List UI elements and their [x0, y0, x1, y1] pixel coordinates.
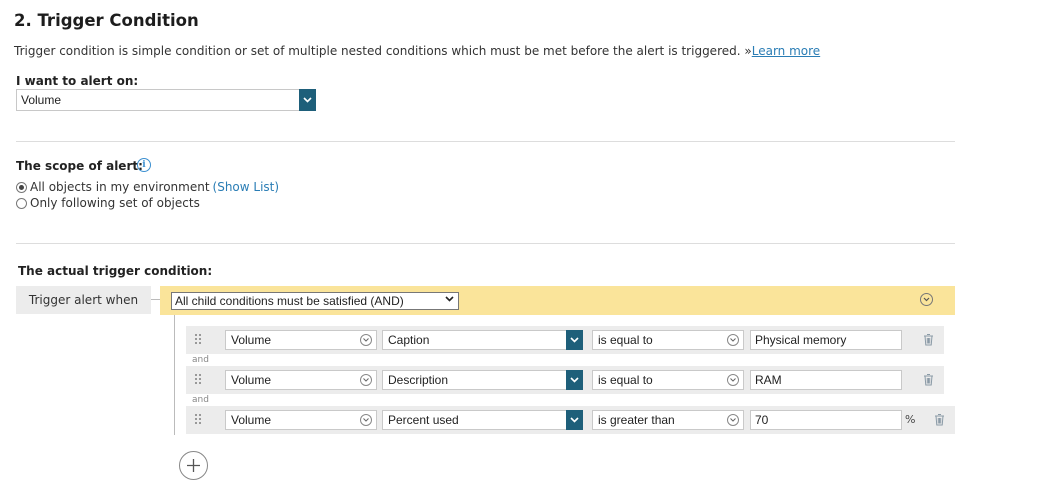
- condition-object-value: Volume: [231, 413, 272, 427]
- scope-label: The scope of alert:: [16, 159, 143, 173]
- description-text: Trigger condition is simple condition or…: [14, 44, 741, 58]
- condition-row: Volume Caption is equal to Physical memo…: [186, 326, 944, 354]
- condition-group-bar: All child conditions must be satisfied (…: [160, 286, 955, 315]
- chevron-down-icon[interactable]: [566, 410, 583, 430]
- learn-more-link[interactable]: Learn more: [752, 44, 820, 58]
- condition-value-text: RAM: [755, 373, 782, 387]
- condition-object-select[interactable]: Volume: [225, 330, 377, 350]
- trash-icon[interactable]: [934, 413, 945, 426]
- tree-connector: [151, 299, 160, 300]
- alert-on-select[interactable]: Volume: [16, 89, 316, 111]
- scope-option-all[interactable]: All objects in my environment (Show List…: [16, 180, 279, 194]
- condition-value-text: 70: [755, 413, 769, 427]
- collapse-group-icon[interactable]: [920, 293, 933, 306]
- trigger-when-label: Trigger alert when: [16, 286, 151, 314]
- condition-object-value: Volume: [231, 333, 272, 347]
- condition-field-value: Percent used: [388, 413, 459, 427]
- condition-value-input[interactable]: Physical memory: [750, 330, 902, 350]
- chevron-down-icon[interactable]: [566, 330, 583, 350]
- chevron-down-icon[interactable]: [360, 334, 372, 346]
- radio-all-objects[interactable]: [16, 181, 27, 193]
- scope-option-following-label: Only following set of objects: [30, 196, 200, 210]
- drag-handle-icon[interactable]: [195, 374, 203, 386]
- divider: [16, 243, 955, 244]
- radio-following-objects[interactable]: [16, 197, 27, 209]
- info-icon[interactable]: i: [137, 158, 151, 172]
- scope-option-following[interactable]: Only following set of objects: [16, 196, 200, 210]
- condition-field-value: Description: [388, 373, 449, 387]
- divider: [16, 141, 955, 142]
- condition-value-text: Physical memory: [755, 333, 847, 347]
- condition-field-select[interactable]: Percent used: [382, 410, 583, 430]
- condition-operator-value: is equal to: [598, 333, 653, 347]
- condition-operator-select[interactable]: is equal to: [592, 370, 744, 390]
- group-mode-value: All child conditions must be satisfied (…: [175, 294, 404, 308]
- tree-line: [174, 315, 175, 435]
- drag-handle-icon[interactable]: [195, 414, 203, 426]
- condition-value-input[interactable]: 70: [750, 410, 902, 430]
- section-title: 2. Trigger Condition: [14, 11, 199, 30]
- condition-operator-value: is equal to: [598, 373, 653, 387]
- plus-icon: [187, 459, 200, 472]
- condition-joiner: and: [192, 355, 209, 365]
- condition-object-value: Volume: [231, 373, 272, 387]
- chevron-down-icon[interactable]: [727, 334, 739, 346]
- scope-option-all-label: All objects in my environment: [30, 180, 210, 194]
- chevron-down-icon[interactable]: [727, 414, 739, 426]
- section-description: Trigger condition is simple condition or…: [14, 44, 820, 58]
- condition-row: Volume Percent used is greater than 70 %: [186, 406, 955, 434]
- condition-operator-value: is greater than: [598, 413, 675, 427]
- condition-field-value: Caption: [388, 333, 430, 347]
- alert-on-label: I want to alert on:: [16, 74, 139, 88]
- learn-more-prefix: »: [744, 44, 752, 58]
- add-condition-button[interactable]: [179, 451, 208, 480]
- condition-field-select[interactable]: Description: [382, 370, 583, 390]
- condition-object-select[interactable]: Volume: [225, 370, 377, 390]
- chevron-down-icon: [445, 296, 454, 302]
- trash-icon[interactable]: [923, 333, 934, 346]
- condition-field-select[interactable]: Caption: [382, 330, 583, 350]
- condition-joiner: and: [192, 395, 209, 405]
- show-list-link[interactable]: (Show List): [213, 180, 280, 194]
- condition-unit: %: [905, 413, 916, 426]
- condition-row: Volume Description is equal to RAM: [186, 366, 944, 394]
- chevron-down-icon[interactable]: [360, 374, 372, 386]
- trash-icon[interactable]: [923, 373, 934, 386]
- group-mode-select[interactable]: All child conditions must be satisfied (…: [171, 292, 459, 310]
- chevron-down-icon[interactable]: [360, 414, 372, 426]
- condition-value-input[interactable]: RAM: [750, 370, 902, 390]
- trigger-heading: The actual trigger condition:: [18, 264, 213, 278]
- condition-object-select[interactable]: Volume: [225, 410, 377, 430]
- chevron-down-icon[interactable]: [727, 374, 739, 386]
- chevron-down-icon[interactable]: [566, 370, 583, 390]
- condition-operator-select[interactable]: is greater than: [592, 410, 744, 430]
- drag-handle-icon[interactable]: [195, 334, 203, 346]
- condition-operator-select[interactable]: is equal to: [592, 330, 744, 350]
- alert-on-value: Volume: [21, 93, 62, 107]
- chevron-down-icon[interactable]: [299, 89, 316, 111]
